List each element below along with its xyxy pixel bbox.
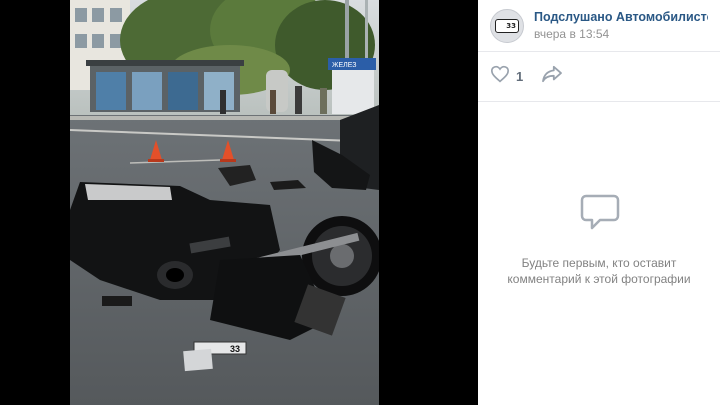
share-button[interactable] — [541, 65, 563, 88]
post-meta: Подслушано Автомобилистов | Вл вчера в 1… — [534, 10, 708, 41]
post-actions: 1 — [478, 52, 720, 102]
photo-viewer: ЖЕЛЕЗ 33 33 Подслушано Автомобилист вчер… — [0, 0, 720, 405]
comments-empty-state: Будьте первым, кто оставит комментарий к… — [478, 102, 720, 405]
empty-comments-line-2: комментарий к этой фотографии — [507, 272, 691, 286]
post-header: 33 Подслушано Автомобилистов | Вл вчера … — [478, 0, 720, 52]
like-count: 1 — [516, 69, 524, 84]
empty-comments-text: Будьте первым, кто оставит комментарий к… — [499, 255, 699, 287]
photo-area[interactable]: ЖЕЛЕЗ 33 — [0, 0, 478, 405]
comment-bubble-icon — [576, 190, 622, 237]
accident-photo[interactable]: ЖЕЛЕЗ 33 — [70, 0, 379, 405]
empty-comments-line-1: Будьте первым, кто оставит — [521, 256, 677, 270]
author-link[interactable]: Подслушано Автомобилистов | Вл — [534, 10, 708, 24]
share-arrow-icon — [541, 65, 563, 88]
like-button[interactable]: 1 — [490, 65, 523, 88]
street-sign-text: ЖЕЛЕЗ — [332, 62, 356, 69]
avatar-plate-badge: 33 — [495, 18, 519, 33]
heart-icon — [490, 65, 510, 88]
photo-image: ЖЕЛЕЗ 33 — [70, 0, 379, 405]
post-time[interactable]: вчера в 13:54 — [534, 27, 708, 41]
plate-text: 33 — [230, 344, 240, 354]
side-panel: 33 Подслушано Автомобилистов | Вл вчера … — [478, 0, 720, 405]
avatar[interactable]: 33 — [490, 8, 524, 43]
